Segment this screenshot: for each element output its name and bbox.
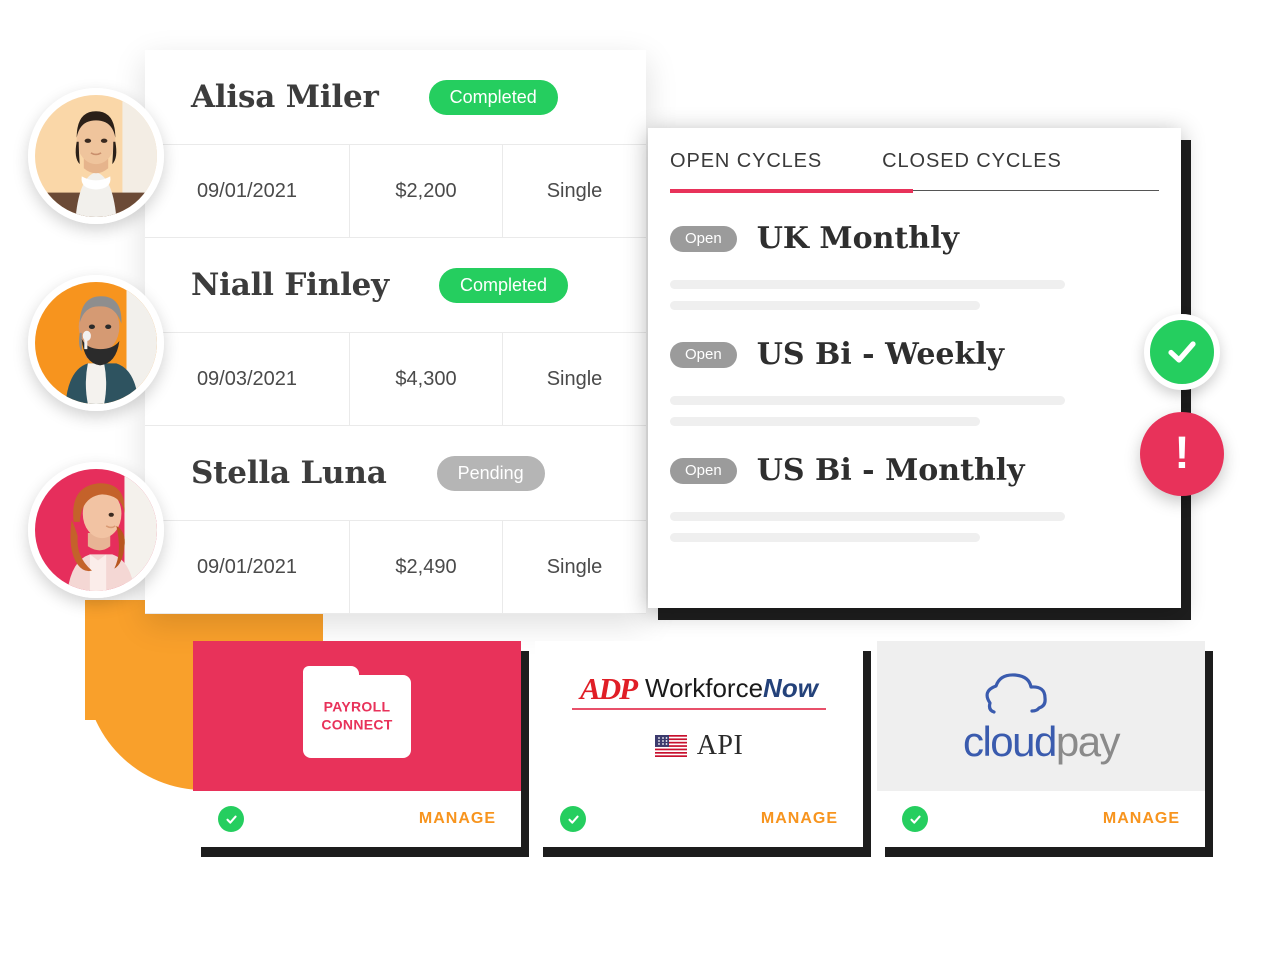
- status-badge: Pending: [436, 455, 545, 491]
- payroll-connect-logo: PAYROLL CONNECT: [193, 641, 521, 791]
- adp-api-label: API: [696, 729, 744, 761]
- skeleton-line: [670, 533, 980, 542]
- manage-link[interactable]: MANAGE: [1103, 810, 1180, 828]
- payroll-cycles-panel: OPEN CYCLES CLOSED CYCLES Open UK Monthl…: [648, 128, 1181, 608]
- cell-date: 09/01/2021: [145, 521, 350, 613]
- tab-underline-active: [670, 189, 913, 193]
- adp-brand-mark: ADP: [580, 670, 638, 706]
- cycle-item-header: Open US Bi - Weekly: [670, 337, 1159, 372]
- us-flag-icon: [654, 734, 687, 757]
- skeleton-line: [670, 301, 980, 310]
- connected-check-icon: [560, 806, 586, 832]
- tab-open-cycles[interactable]: OPEN CYCLES: [670, 150, 822, 189]
- integration-card-footer: MANAGE: [877, 791, 1205, 847]
- cycle-status-badge: Open: [670, 457, 737, 484]
- status-badge: Completed: [438, 267, 569, 303]
- cloudpay-logo: cloudpay: [877, 641, 1205, 791]
- cycle-status-badge: Open: [670, 341, 737, 368]
- cloudpay-word-secondary: pay: [1055, 718, 1121, 765]
- cell-type: Single: [546, 367, 603, 390]
- cycle-item-header: Open US Bi - Monthly: [670, 453, 1159, 488]
- check-glyph: [225, 815, 237, 824]
- adp-brand-word-italic: Now: [763, 673, 818, 703]
- check-glyph: [909, 815, 921, 824]
- employee-name: Niall Finley: [191, 267, 389, 303]
- integration-card-cloudpay[interactable]: cloudpay MANAGE: [877, 641, 1205, 847]
- avatar: [28, 275, 164, 411]
- list-item[interactable]: Open US Bi - Monthly: [670, 453, 1159, 542]
- table-row[interactable]: Alisa Miler Completed 09/01/2021 $2,200 …: [145, 50, 646, 238]
- check-glyph: [1168, 341, 1196, 363]
- adp-api-row: API: [572, 729, 826, 761]
- status-badge: Completed: [428, 79, 558, 115]
- manage-link[interactable]: MANAGE: [419, 810, 496, 828]
- check-circle-icon: [1144, 314, 1220, 390]
- employee-header: Niall Finley Completed: [145, 238, 646, 332]
- folder-label-line1: PAYROLL: [323, 698, 391, 715]
- list-item[interactable]: Open US Bi - Weekly: [670, 337, 1159, 426]
- cycles-list: Open UK Monthly Open US Bi - Weekly Open…: [648, 193, 1181, 542]
- exclamation-circle-icon: !: [1140, 412, 1224, 496]
- integration-cards: PAYROLL CONNECT MANAGE ADP Workforce Now…: [193, 641, 1205, 847]
- integration-card-adp-workforce-now[interactable]: ADP Workforce Now API MANAGE: [535, 641, 863, 847]
- adp-underline: [572, 707, 826, 710]
- employee-detail-cells: 09/03/2021 $4,300 Single: [145, 332, 646, 426]
- cloudpay-logo-wrap: cloudpay: [962, 669, 1121, 765]
- exclamation-glyph: !: [1174, 427, 1190, 478]
- integration-card-payroll-connect[interactable]: PAYROLL CONNECT MANAGE: [193, 641, 521, 847]
- employee-header: Alisa Miler Completed: [145, 50, 646, 144]
- tab-closed-cycles[interactable]: CLOSED CYCLES: [882, 150, 1062, 189]
- employee-payroll-table-card: Alisa Miler Completed 09/01/2021 $2,200 …: [145, 50, 646, 614]
- folder-icon: PAYROLL CONNECT: [303, 665, 411, 758]
- table-row[interactable]: Stella Luna Pending 09/01/2021 $2,490 Si…: [145, 426, 646, 614]
- folder-label: PAYROLL CONNECT: [303, 699, 411, 734]
- adp-logo-wrap: ADP Workforce Now API: [572, 673, 826, 760]
- check-glyph: [567, 815, 579, 824]
- adp-workforce-now-logo: ADP Workforce Now API: [535, 641, 863, 791]
- connected-check-icon: [902, 806, 928, 832]
- cell-amount: $4,300: [350, 333, 503, 425]
- integration-card-footer: MANAGE: [535, 791, 863, 847]
- avatar: [28, 462, 164, 598]
- avatar-photo-stella: [35, 469, 157, 591]
- skeleton-line: [670, 396, 1065, 405]
- avatar-photo-niall: [35, 282, 157, 404]
- folder-label-line2: CONNECT: [321, 716, 393, 732]
- cell-date: 09/03/2021: [145, 333, 350, 425]
- cell-type: Single: [546, 179, 603, 202]
- cycle-name: US Bi - Weekly: [756, 337, 1005, 372]
- integration-card-footer: MANAGE: [193, 791, 521, 847]
- cloud-icon: [985, 673, 1047, 714]
- cell-amount: $2,200: [350, 145, 503, 237]
- employee-name: Alisa Miler: [191, 79, 379, 115]
- skeleton-line: [670, 280, 1065, 289]
- cycle-status-badge: Open: [670, 225, 737, 252]
- avatar-photo-alisa: [35, 95, 157, 217]
- list-item[interactable]: Open UK Monthly: [670, 221, 1159, 310]
- cell-date: 09/01/2021: [145, 145, 350, 237]
- cycles-tab-bar: OPEN CYCLES CLOSED CYCLES: [648, 128, 1181, 189]
- cloudpay-wordmark: cloudpay: [962, 718, 1121, 765]
- cell-type: Single: [546, 555, 603, 578]
- manage-link[interactable]: MANAGE: [761, 810, 838, 828]
- skeleton-line: [670, 512, 1065, 521]
- cycle-item-header: Open UK Monthly: [670, 221, 1159, 256]
- employee-detail-cells: 09/01/2021 $2,200 Single: [145, 144, 646, 238]
- promo-composition: Alisa Miler Completed 09/01/2021 $2,200 …: [0, 0, 1280, 960]
- employee-detail-cells: 09/01/2021 $2,490 Single: [145, 520, 646, 614]
- tab-underline: [670, 189, 1159, 193]
- employee-name: Stella Luna: [191, 455, 387, 491]
- connected-check-icon: [218, 806, 244, 832]
- adp-brand-word: Workforce: [645, 673, 764, 703]
- table-row[interactable]: Niall Finley Completed 09/03/2021 $4,300…: [145, 238, 646, 426]
- cycle-name: US Bi - Monthly: [756, 453, 1025, 488]
- employee-header: Stella Luna Pending: [145, 426, 646, 520]
- skeleton-line: [670, 417, 980, 426]
- avatar: [28, 88, 164, 224]
- cycle-name: UK Monthly: [756, 221, 959, 256]
- cell-amount: $2,490: [350, 521, 503, 613]
- cloudpay-word-primary: cloud: [962, 718, 1057, 765]
- adp-logo-row: ADP Workforce Now: [572, 673, 826, 704]
